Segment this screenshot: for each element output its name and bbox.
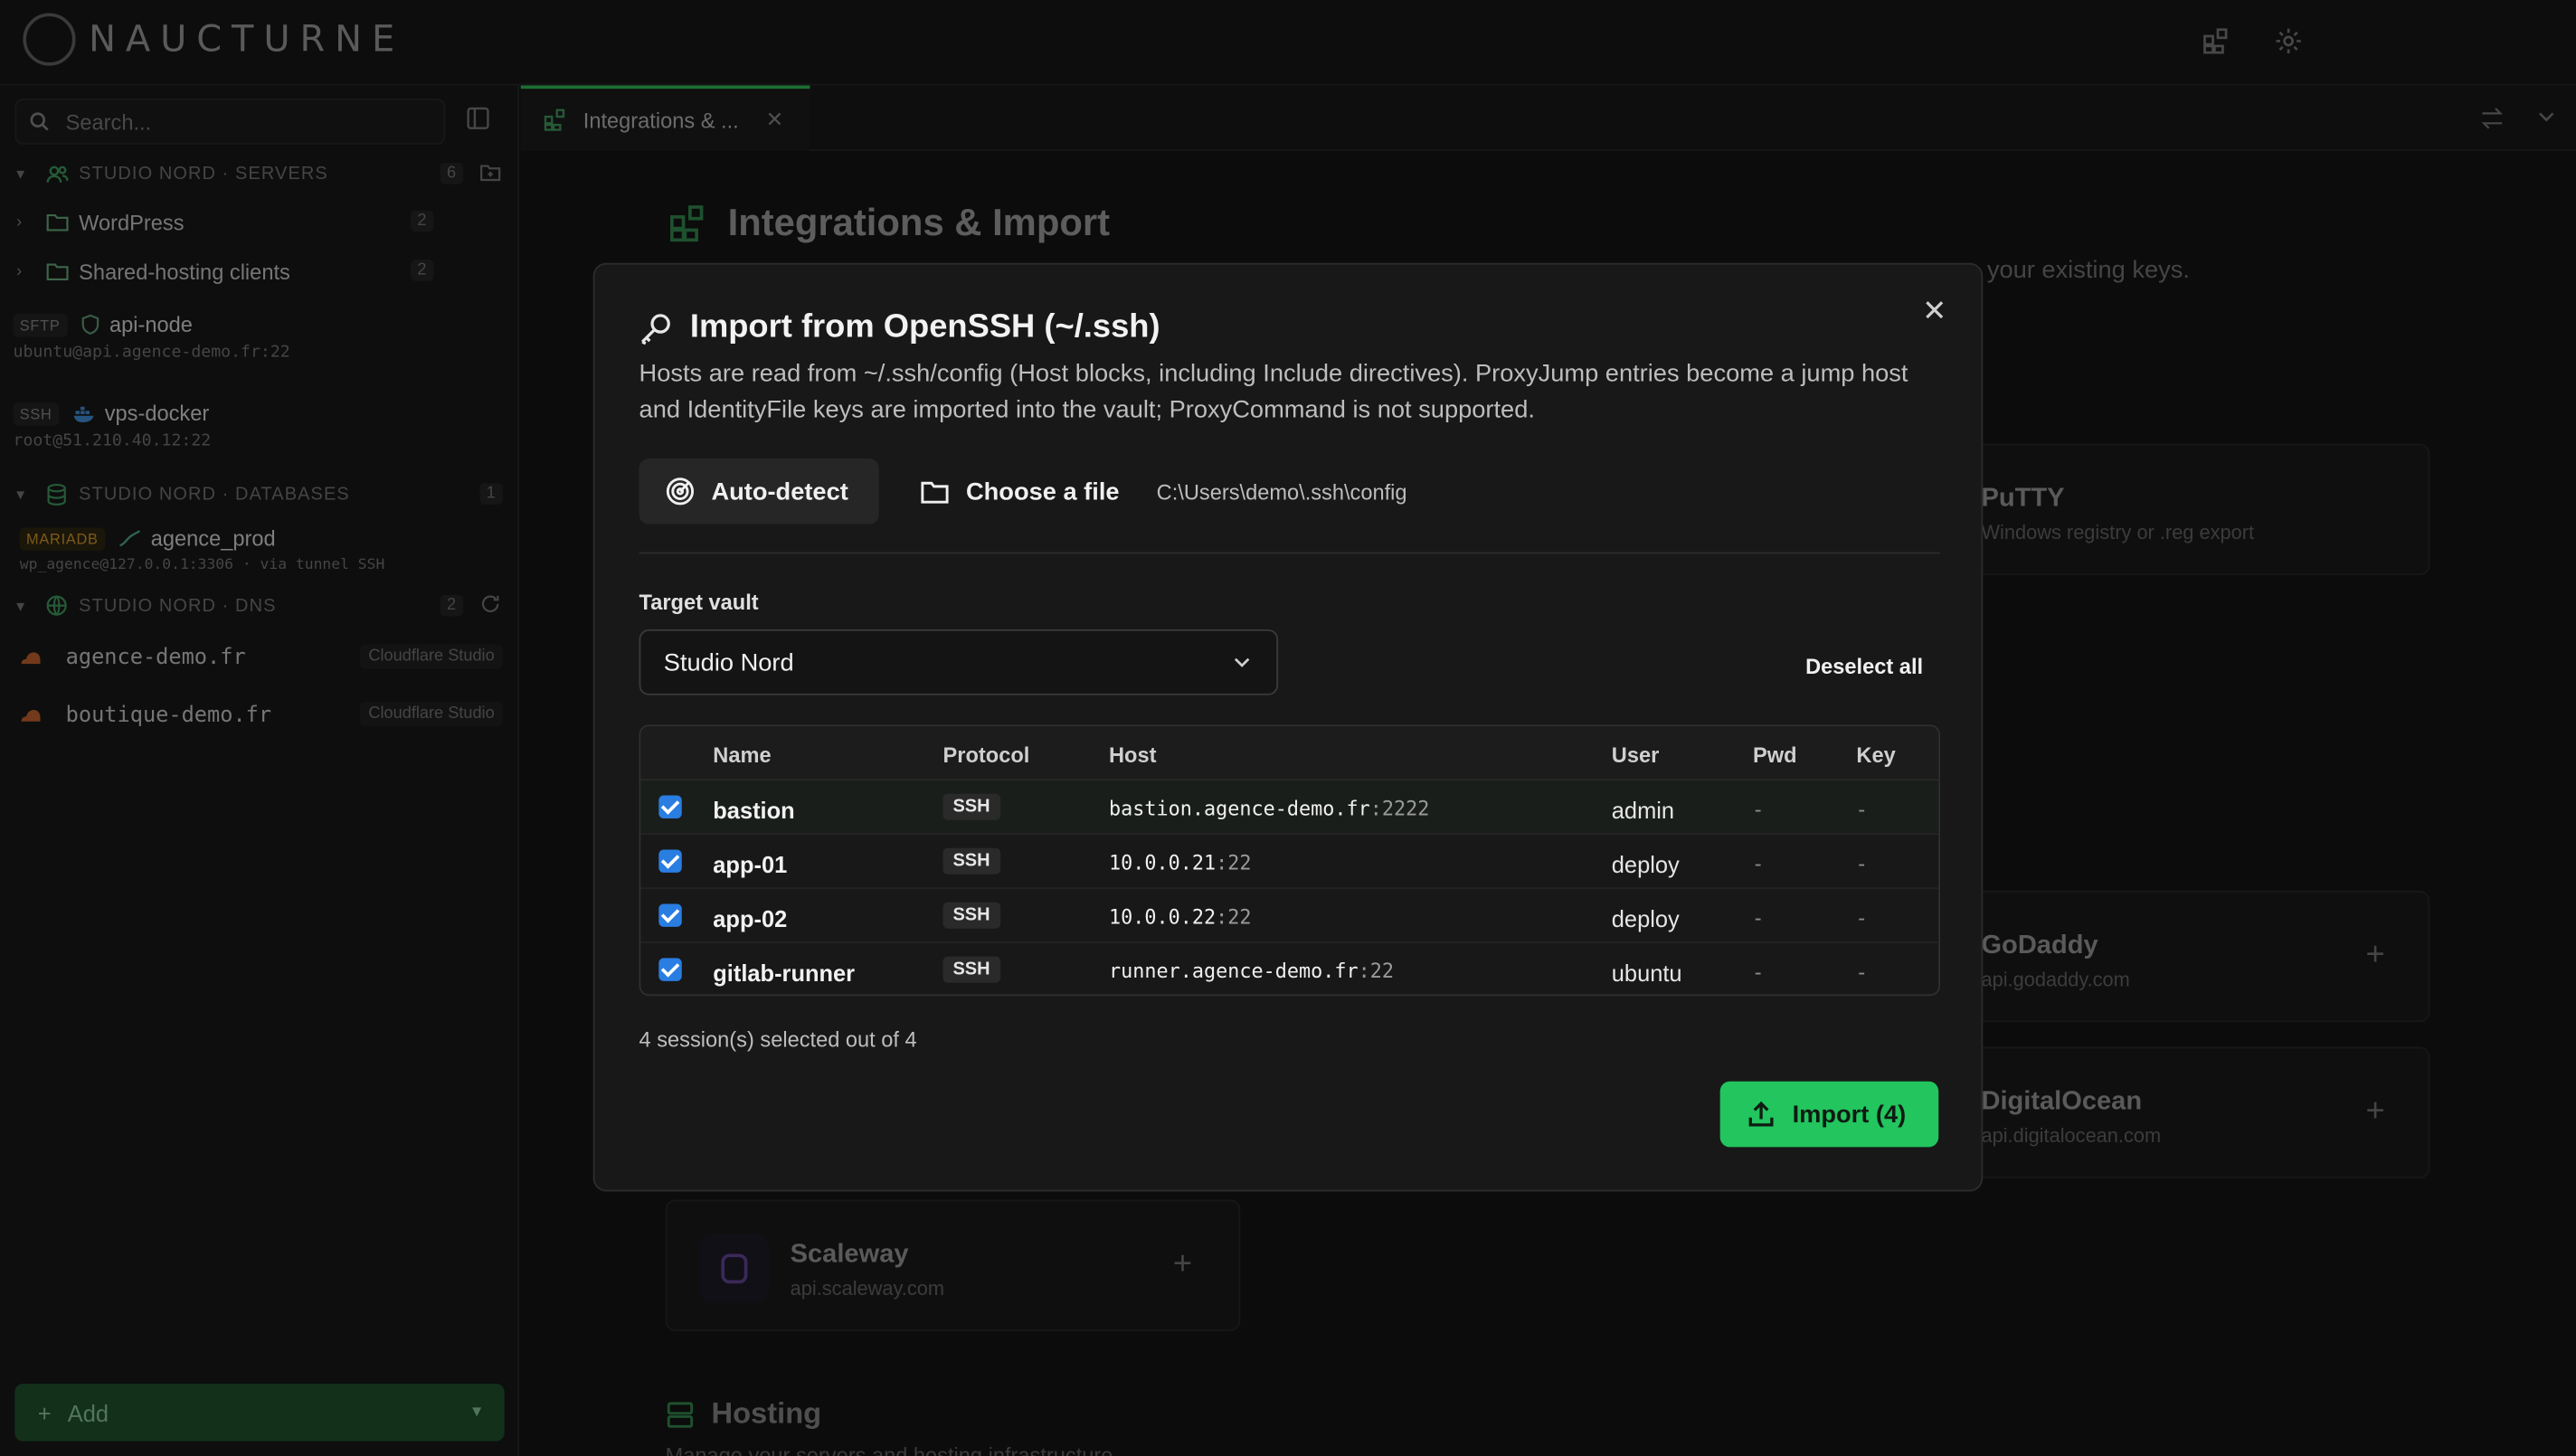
session-name: bastion xyxy=(713,797,795,824)
session-key: - xyxy=(1858,905,1866,931)
import-label: Import (4) xyxy=(1792,1100,1907,1129)
auto-detect-button[interactable]: Auto-detect xyxy=(639,458,879,525)
selection-count: 4 session(s) selected out of 4 xyxy=(639,1026,917,1053)
session-pwd: - xyxy=(1754,905,1762,931)
dialog-title: Import from OpenSSH (~/.ssh) xyxy=(638,309,1160,347)
import-openssh-dialog: ✕ Import from OpenSSH (~/.ssh) Hosts are… xyxy=(592,262,1984,1192)
session-name: app-02 xyxy=(713,905,788,932)
table-row[interactable]: app-02 SSH 10.0.0.22:22 deploy - - xyxy=(640,889,1939,944)
table-row[interactable]: gitlab-runner SSH runner.agence-demo.fr:… xyxy=(640,943,1938,994)
divider xyxy=(639,552,1941,554)
upload-icon xyxy=(1747,1100,1776,1130)
col-name: Name xyxy=(713,742,772,768)
choose-file-label: Choose a file xyxy=(965,477,1120,506)
protocol-badge: SSH xyxy=(942,902,1000,929)
table-header: Name Protocol Host User Pwd Key xyxy=(640,726,1939,781)
target-vault-value: Studio Nord xyxy=(663,648,794,676)
choose-file-button[interactable]: Choose a file xyxy=(904,459,1120,525)
chevron-down-icon xyxy=(1230,651,1253,674)
session-user: deploy xyxy=(1611,851,1680,878)
radar-icon xyxy=(666,477,696,506)
session-name: app-01 xyxy=(713,851,788,878)
session-host: runner.agence-demo.fr:22 xyxy=(1109,960,1394,982)
host-port: :22 xyxy=(1216,851,1252,875)
session-user: admin xyxy=(1611,797,1675,824)
target-vault-select[interactable]: Studio Nord xyxy=(639,629,1279,695)
config-path: C:\Users\demo\.ssh\config xyxy=(1156,479,1407,505)
close-icon[interactable]: ✕ xyxy=(1922,294,1946,328)
col-pwd: Pwd xyxy=(1752,742,1797,768)
folder-icon xyxy=(920,479,950,504)
host-name: runner.agence-demo.fr xyxy=(1109,960,1359,983)
row-checkbox[interactable] xyxy=(658,903,682,927)
host-port: :22 xyxy=(1216,905,1252,929)
col-host: Host xyxy=(1109,742,1157,768)
auto-detect-label: Auto-detect xyxy=(711,477,848,506)
deselect-all-button[interactable]: Deselect all xyxy=(1805,654,1923,678)
session-host: 10.0.0.22:22 xyxy=(1109,905,1252,928)
dialog-title-text: Import from OpenSSH (~/.ssh) xyxy=(689,308,1160,345)
row-checkbox[interactable] xyxy=(658,795,682,818)
host-name: 10.0.0.21 xyxy=(1109,851,1217,875)
host-port: :2222 xyxy=(1369,797,1430,820)
key-icon xyxy=(638,310,674,346)
session-key: - xyxy=(1858,851,1866,876)
sessions-table: Name Protocol Host User Pwd Key bastion … xyxy=(639,724,1941,997)
host-name: 10.0.0.22 xyxy=(1109,905,1217,929)
row-checkbox[interactable] xyxy=(658,958,682,981)
row-checkbox[interactable] xyxy=(658,849,682,873)
col-user: User xyxy=(1611,742,1660,768)
protocol-badge: SSH xyxy=(942,956,1000,983)
session-user: ubuntu xyxy=(1611,960,1682,987)
session-host: 10.0.0.21:22 xyxy=(1109,851,1252,874)
host-name: bastion.agence-demo.fr xyxy=(1109,797,1370,820)
session-key: - xyxy=(1858,797,1866,822)
protocol-badge: SSH xyxy=(942,847,1000,875)
col-key: Key xyxy=(1856,742,1896,768)
table-row[interactable]: app-01 SSH 10.0.0.21:22 deploy - - xyxy=(640,835,1939,890)
host-port: :22 xyxy=(1358,960,1394,983)
session-pwd: - xyxy=(1754,797,1762,822)
session-pwd: - xyxy=(1754,960,1762,985)
protocol-badge: SSH xyxy=(942,793,1000,820)
target-vault-label: Target vault xyxy=(639,590,759,615)
table-row[interactable]: bastion SSH bastion.agence-demo.fr:2222 … xyxy=(640,780,1939,836)
session-user: deploy xyxy=(1611,905,1680,932)
dialog-description: Hosts are read from ~/.ssh/config (Host … xyxy=(639,359,1908,424)
col-protocol: Protocol xyxy=(942,742,1030,768)
session-key: - xyxy=(1858,960,1866,985)
import-button[interactable]: Import (4) xyxy=(1719,1081,1939,1148)
session-host: bastion.agence-demo.fr:2222 xyxy=(1109,797,1429,819)
session-pwd: - xyxy=(1754,851,1762,876)
session-name: gitlab-runner xyxy=(713,960,856,987)
